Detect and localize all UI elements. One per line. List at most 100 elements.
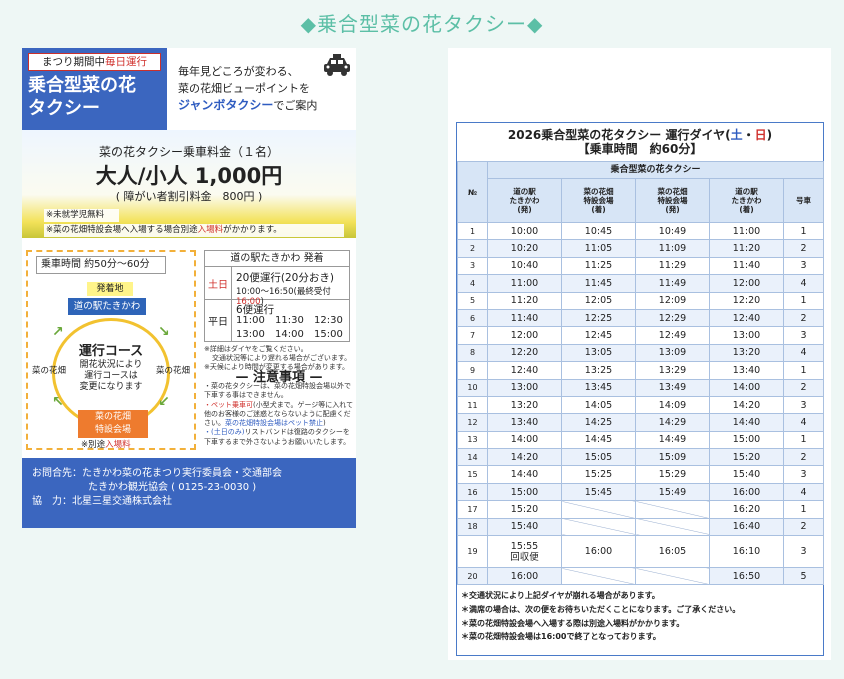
row-number: 12	[457, 413, 488, 432]
venue-fee-pre: ※別途	[81, 440, 106, 450]
venue-line1: 菜の花畑	[94, 412, 131, 422]
note-entry-fee-red: 入場料	[197, 225, 224, 235]
time-cell: 11:00	[709, 221, 784, 241]
contact-line: たきかわ観光協会 ( 0125-23-0030 )	[88, 482, 257, 493]
table-row: 9 12:40 13:25 13:29 13:40 1	[457, 361, 824, 380]
timetable-subtitle: 【乗車時間 約60分】	[577, 142, 703, 156]
weekday-time: 12:30	[314, 315, 343, 326]
time-cell: 13:40	[487, 413, 562, 432]
table-row: 13 14:00 14:45 14:49 15:00 1	[457, 430, 824, 450]
row-number: 20	[457, 567, 488, 586]
flyer-header-panel: まつり期間中毎日運行 乗合型菜の花 タクシー	[22, 48, 167, 130]
time-cell: 10:00	[487, 221, 562, 241]
weekend-row: 土日 20便運行(20分おき) 10:00～16:50(最終受付16:00)	[205, 267, 349, 307]
station-michinoeki: 道の駅たきかわ	[68, 298, 146, 315]
time-cell: 10:40	[487, 256, 562, 276]
table-row: 19 15:55 回収便 16:00 16:05 16:10 3	[457, 535, 824, 569]
time-cell: 14:45	[561, 430, 636, 450]
schedule-heading: 道の駅たきかわ 発着	[205, 251, 349, 267]
time-cell: 15:49	[635, 482, 710, 502]
time-cell: 2	[783, 378, 824, 397]
intro-line3: ジャンボタクシーでご案内	[178, 97, 317, 115]
timetable-title: 2026乗合型菜の花タクシー 運行ダイヤ(土・日) 【乗車時間 約60分】	[457, 123, 823, 161]
brand-line2: タクシー	[28, 98, 100, 119]
table-row: 12 13:40 14:25 14:29 14:40 4	[457, 413, 824, 432]
timetable-note: ＊菜の花畑特設会場へ入場する際は別途入場料がかかります。	[461, 618, 685, 628]
time-cell: 11:49	[635, 274, 710, 293]
course-desc-line: 開花状況により	[79, 360, 143, 370]
time-cell: 13:00	[487, 378, 562, 397]
weekday-row: 平日 6便運行 11:00 11:30 12:30 13:00 14:00 15…	[205, 300, 349, 343]
time-cell: 14:29	[635, 413, 710, 432]
timetable-note: ＊交通状況により上記ダイヤが崩れる場合があります。	[461, 591, 660, 601]
title-dot: ・	[742, 128, 755, 142]
time-cell: 3	[783, 395, 824, 415]
time-cell: 11:25	[561, 256, 636, 276]
time-cell: 14:05	[561, 395, 636, 415]
table-row: 1 10:00 10:45 10:49 11:00 1	[457, 221, 824, 241]
taxi-icon	[324, 54, 350, 76]
schedule-box: 道の駅たきかわ 発着 土日 20便運行(20分おき) 10:00～16:50(最…	[204, 250, 350, 342]
caution-pet-ban: 菜の花畑特設会場はペット禁止	[225, 419, 323, 428]
time-cell: 12:25	[561, 308, 636, 328]
time-cell: 13:29	[635, 361, 710, 380]
time-cell: 10:20	[487, 239, 562, 258]
time-cell: 15:25	[561, 465, 636, 484]
time-cell: 14:20	[709, 395, 784, 415]
time-cell: 11:20	[487, 291, 562, 310]
row-number: 9	[457, 361, 488, 380]
weekend-last-label: (最終受付	[293, 287, 331, 297]
schedule-note: 交通状況等により遅れる場合がございます。	[212, 354, 352, 362]
timetable-title-line: 2026乗合型菜の花タクシー 運行ダイヤ(土・日)	[457, 128, 823, 142]
venue-fee-red: 入場料	[105, 440, 131, 450]
time-cell: 11:29	[635, 256, 710, 276]
time-cell: 15:05	[561, 448, 636, 467]
course-map: 乗車時間 約50分～60分 発着地 道の駅たきかわ ↘ ↙ ↖ ↗ 運行コース …	[26, 250, 196, 450]
row-number: 8	[457, 343, 488, 363]
page-title: ◆乗合型菜の花タクシー◆	[300, 12, 544, 36]
weekday-label: 平日	[208, 317, 228, 328]
time-cell: 10:49	[635, 221, 710, 241]
time-cell: 16:10	[709, 535, 784, 569]
schedule-badge: まつり期間中毎日運行	[28, 53, 161, 71]
flower-field-right: 菜の花畑	[155, 366, 190, 376]
intro-tail: でご案内	[273, 99, 318, 112]
time-cell: 14:20	[487, 448, 562, 467]
time-cell: 3	[783, 465, 824, 484]
caution-item: ・(土日のみ)リストバンドは復路のタクシーを下車するまで外さないようお願いいたし…	[204, 428, 356, 447]
time-cell: 15:40	[487, 517, 562, 537]
time-cell: 2	[783, 239, 824, 258]
timetable-frame: 2026乗合型菜の花タクシー 運行ダイヤ(土・日) 【乗車時間 約60分】 № …	[456, 122, 824, 656]
time-cell: 11:20	[709, 239, 784, 258]
contact-line: お問合先：たきかわ菜の花まつり実行委員会・交通部会	[32, 468, 282, 479]
time-cell	[561, 517, 636, 537]
time-cell: 14:40	[709, 413, 784, 432]
badge-highlight: 毎日運行	[105, 56, 147, 68]
time-cell: 14:40	[487, 465, 562, 484]
row-number: 17	[457, 500, 488, 519]
row-number: 1	[457, 221, 488, 241]
time-cell: 15:20	[709, 448, 784, 467]
time-cell: 4	[783, 413, 824, 432]
col-header-arrive-venue: 菜の花畑 特設会場 (着)	[561, 178, 636, 223]
row-number: 18	[457, 517, 488, 537]
time-cell: 2	[783, 517, 824, 537]
time-cell: 12:09	[635, 291, 710, 310]
time-cell: 16:20	[709, 500, 784, 519]
time-cell	[635, 567, 710, 586]
time-cell: 13:45	[561, 378, 636, 397]
table-row: 18 15:40 16:40 2	[457, 517, 824, 537]
time-cell: 12:00	[487, 326, 562, 345]
table-row: 17 15:20 16:20 1	[457, 500, 824, 519]
weekend-hours-range: 10:00～16:50	[236, 287, 294, 297]
flower-field-left: 菜の花畑	[32, 366, 67, 376]
row-number: 4	[457, 274, 488, 293]
weekday-time: 11:00	[236, 315, 265, 326]
timetable-notes: ＊交通状況により上記ダイヤが崩れる場合があります。 ＊満席の場合は、次の便をお待…	[457, 585, 823, 643]
caution-pet-close: )	[323, 419, 326, 428]
caution-weekend-label: ・(土日のみ)	[204, 428, 245, 437]
table-row: 5 11:20 12:05 12:09 12:20 1	[457, 291, 824, 310]
time-cell: 11:40	[709, 256, 784, 276]
time-cell: 15:20	[487, 500, 562, 519]
timetable-note: ＊満席の場合は、次の便をお待ちいただくことになります。ご了承ください。	[461, 605, 741, 615]
